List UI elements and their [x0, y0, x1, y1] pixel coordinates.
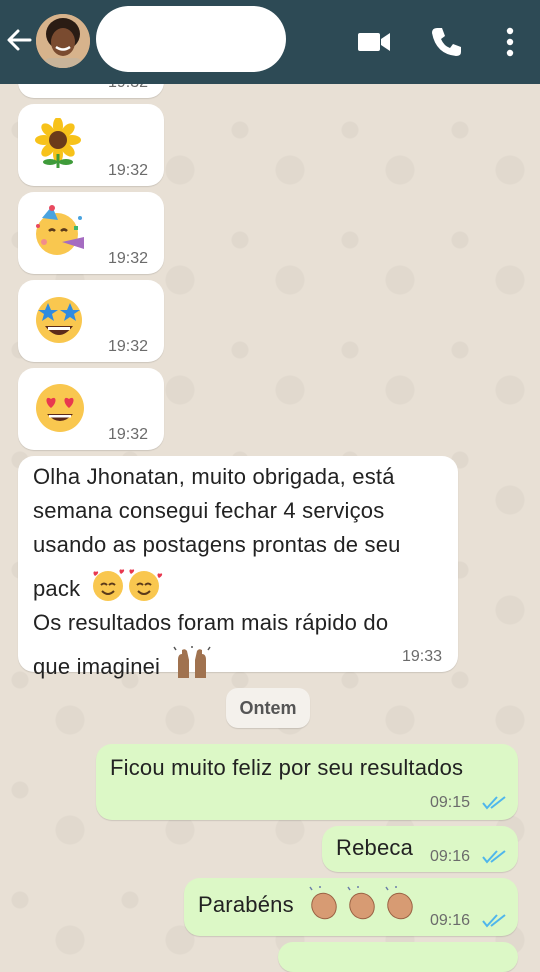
phone-icon[interactable]	[426, 22, 466, 62]
sent-message-bubble[interactable]: Parabéns 09:16	[184, 878, 518, 936]
message-bubble-emoji[interactable]: 19:32	[18, 104, 164, 186]
video-call-icon[interactable]	[354, 22, 394, 62]
message-text: Rebeca	[336, 835, 414, 860]
date-separator-chip: Ontem	[226, 688, 310, 728]
smiling-face-with-hearts-icon	[92, 569, 162, 601]
message-time: 19:32	[108, 426, 149, 443]
read-receipt-icon	[482, 914, 506, 928]
clapping-hands-icon	[309, 886, 413, 920]
message-time: 09:15	[430, 794, 471, 811]
message-line: Olha Jhonatan, muito obrigada, está	[33, 464, 395, 489]
back-arrow-icon[interactable]	[4, 22, 34, 58]
contact-avatar[interactable]	[36, 14, 90, 68]
message-line: que imaginei	[33, 654, 161, 679]
message-bubble-emoji[interactable]: 19:32	[18, 280, 164, 362]
message-bubble-emoji[interactable]: 19:32	[18, 368, 164, 450]
message-bubble-emoji[interactable]: 19:32	[18, 192, 164, 274]
raising-hands-icon	[173, 646, 212, 678]
message-time: 09:16	[430, 912, 471, 929]
more-vertical-icon[interactable]	[490, 22, 530, 62]
message-text: Parabéns	[198, 892, 294, 917]
message-line: pack	[33, 576, 81, 601]
read-receipt-icon	[482, 796, 506, 810]
message-line-with-emoji: que imaginei	[33, 640, 453, 684]
message-time: 19:33	[402, 648, 443, 665]
message-time: 09:16	[430, 848, 471, 865]
message-time: 19:32	[108, 162, 149, 179]
message-time: 19:32	[108, 338, 149, 355]
star-struck-emoji	[36, 297, 82, 343]
message-text: Olha Jhonatan, muito obrigada, está sema…	[33, 460, 453, 684]
message-text: Ficou muito feliz por seu resultados	[110, 755, 464, 780]
message-line: semana consegui fechar 4 serviços	[33, 498, 385, 523]
read-receipt-icon	[482, 850, 506, 864]
message-line: Os resultados foram mais rápido do	[33, 610, 389, 635]
partying-face-emoji	[36, 205, 84, 255]
message-bubble-text[interactable]: Olha Jhonatan, muito obrigada, está sema…	[18, 456, 458, 679]
sent-message-bubble[interactable]: Ficou muito feliz por seu resultados 09:…	[96, 744, 518, 820]
message-time: 19:32	[108, 250, 149, 267]
heart-eyes-emoji	[36, 384, 84, 432]
sent-message-bubble-partial[interactable]	[278, 942, 518, 972]
contact-name-redacted[interactable]	[96, 6, 286, 72]
sunflower-emoji	[35, 118, 81, 168]
sent-message-bubble[interactable]: Rebeca 09:16	[322, 826, 518, 872]
message-line-with-emoji: pack	[33, 562, 453, 606]
chat-header	[0, 0, 540, 84]
message-line: usando as postagens prontas de seu	[33, 532, 401, 557]
